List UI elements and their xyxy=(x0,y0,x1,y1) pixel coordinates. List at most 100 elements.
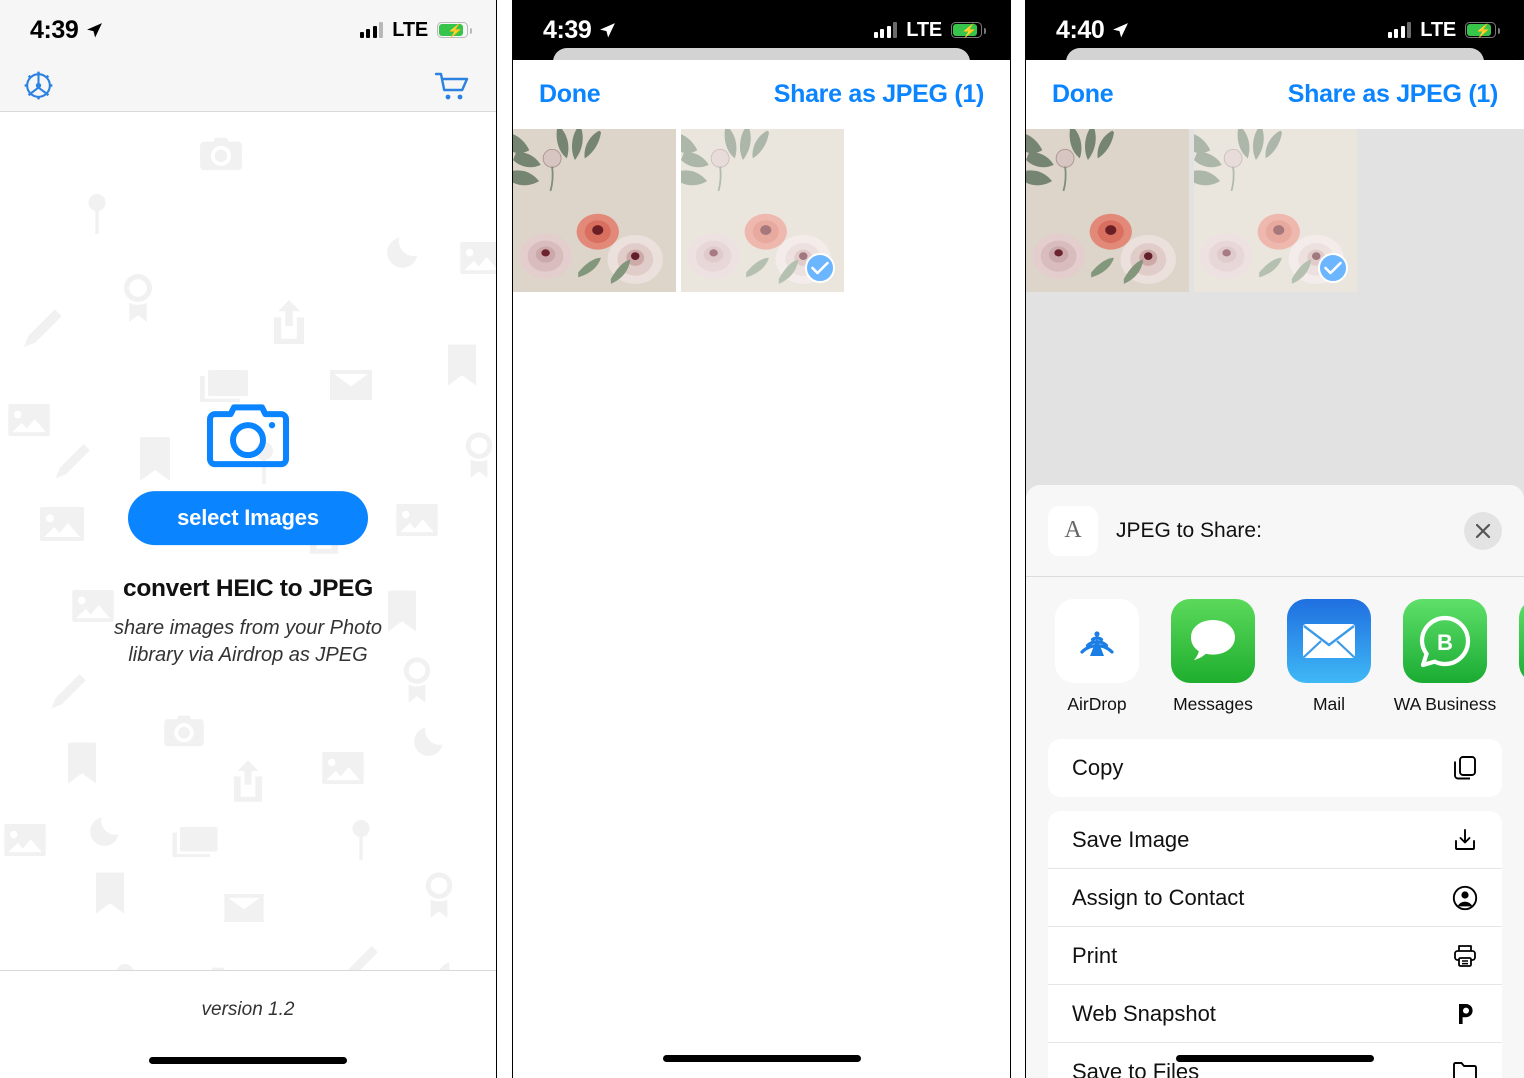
moon-icon xyxy=(385,232,423,275)
share-as-jpeg-button[interactable]: Share as JPEG (1) xyxy=(774,80,985,109)
action-label: Save Image xyxy=(1072,826,1190,852)
svg-text:B: B xyxy=(1437,630,1453,655)
map-pin-icon xyxy=(352,820,370,865)
share-as-jpeg-button[interactable]: Share as JPEG (1) xyxy=(1288,80,1499,109)
photo-icon xyxy=(322,752,364,789)
share-app-label: WA Business xyxy=(1393,694,1497,714)
page-title: convert HEIC to JPEG xyxy=(123,575,373,603)
whatsapp-icon xyxy=(1519,599,1524,683)
share-app-label: AirDrop xyxy=(1067,694,1127,714)
action-web-snapshot[interactable]: Web Snapshot xyxy=(1048,985,1502,1043)
status-bar-left: 4:39 xyxy=(30,16,103,45)
picker-sheet: Done Share as JPEG (1) xyxy=(513,60,1010,1078)
carrier-label: LTE xyxy=(392,18,428,41)
page-subtitle: share images from your Photo library via… xyxy=(114,617,382,667)
camera-icon xyxy=(198,134,244,177)
close-icon xyxy=(1475,523,1491,538)
select-images-button[interactable]: select Images xyxy=(128,491,368,546)
text-cursor-icon: A xyxy=(1048,505,1098,556)
moon-icon xyxy=(412,722,448,763)
camera-icon xyxy=(207,402,289,475)
app-toolbar xyxy=(0,60,496,112)
selected-check-icon xyxy=(1318,253,1348,283)
award-icon xyxy=(120,274,156,327)
picker-nav-bar: Done Share as JPEG (1) xyxy=(513,60,1010,129)
location-arrow-icon xyxy=(600,22,616,38)
share-apps-row: AirDrop Messages Mail B WA Business xyxy=(1026,577,1524,725)
bookmark-icon xyxy=(96,872,124,919)
settings-button[interactable] xyxy=(22,69,55,102)
picker-nav-bar: Done Share as JPEG (1) xyxy=(1026,60,1524,129)
phone-panel-picker: 4:39 LTE ⚡ Done Share as JPEG (1) xyxy=(512,0,1011,1078)
mail-icon xyxy=(224,894,264,927)
cellular-signal-icon xyxy=(1387,22,1412,38)
status-bar-left: 4:40 xyxy=(1056,16,1129,45)
photo-icon xyxy=(460,242,496,279)
photo-thumbnail-grid xyxy=(1026,129,1524,292)
picker-sheet-wrap: Done Share as JPEG (1) xyxy=(513,48,1010,1078)
moon-icon xyxy=(436,957,472,970)
share-app-messages[interactable]: Messages xyxy=(1168,599,1258,715)
status-bar: 4:39 LTE ⚡ xyxy=(0,0,496,60)
photo-thumbnail-grid xyxy=(513,129,1010,292)
action-copy[interactable]: Copy xyxy=(1048,739,1502,797)
home-indicator xyxy=(1176,1055,1374,1062)
airdrop-icon xyxy=(1055,599,1139,683)
mail-icon xyxy=(330,370,372,405)
battery-charging-icon: ⚡ xyxy=(437,22,472,38)
pencil-icon xyxy=(20,307,64,356)
carrier-label: LTE xyxy=(1420,18,1456,41)
done-button[interactable]: Done xyxy=(1052,80,1114,109)
contact-icon xyxy=(1452,885,1478,911)
panel-gap xyxy=(1011,0,1025,1078)
close-button[interactable] xyxy=(1464,511,1502,550)
photo-thumbnail[interactable] xyxy=(1194,129,1357,292)
floral-photo-2 xyxy=(681,129,844,292)
gear-icon xyxy=(24,71,53,100)
done-button[interactable]: Done xyxy=(539,80,601,109)
hero-block: select Images convert HEIC to JPEG share… xyxy=(0,402,496,669)
cart-button[interactable] xyxy=(434,70,470,102)
mail-icon xyxy=(1287,599,1371,683)
bookmark-icon xyxy=(448,344,476,391)
action-save-image[interactable]: Save Image xyxy=(1048,811,1502,869)
status-time: 4:40 xyxy=(1056,15,1105,44)
photo-thumbnail[interactable] xyxy=(681,129,844,292)
action-print[interactable]: Print xyxy=(1048,927,1502,985)
share-icon xyxy=(272,300,306,349)
share-icon xyxy=(232,760,264,807)
floral-photo-1 xyxy=(513,129,676,292)
panel-gap xyxy=(497,0,512,1078)
phone-panel-share-sheet: 4:40 LTE ⚡ Done Share as JPEG (1) A JPEG… xyxy=(1025,0,1524,1078)
copy-icon xyxy=(1452,755,1478,781)
share-app-whatsapp[interactable]: Wh xyxy=(1516,599,1524,715)
share-app-mail[interactable]: Mail xyxy=(1284,599,1374,715)
share-app-airdrop[interactable]: AirDrop xyxy=(1052,599,1142,715)
share-app-wa-business[interactable]: B WA Business xyxy=(1394,599,1496,715)
shopping-cart-icon xyxy=(434,72,469,99)
share-app-label: Mail xyxy=(1312,694,1346,714)
battery-charging-icon: ⚡ xyxy=(951,22,986,38)
battery-charging-icon: ⚡ xyxy=(1465,22,1500,38)
web-snapshot-icon xyxy=(1452,1001,1478,1027)
share-sheet-title: JPEG to Share: xyxy=(1116,518,1262,542)
photos-stack-icon xyxy=(172,827,218,864)
folder-icon xyxy=(1452,1059,1478,1078)
status-time: 4:39 xyxy=(543,15,592,44)
share-sheet-header: A JPEG to Share: xyxy=(1026,485,1524,577)
floral-photo-1 xyxy=(1026,129,1189,292)
pencil-icon xyxy=(48,672,88,717)
location-arrow-icon xyxy=(1113,22,1129,38)
share-app-label: Messages xyxy=(1173,694,1253,714)
floral-photo-2 xyxy=(1194,129,1357,292)
map-pin-icon xyxy=(88,194,106,239)
photo-thumbnail[interactable] xyxy=(513,129,676,292)
action-assign-to-contact[interactable]: Assign to Contact xyxy=(1048,869,1502,927)
action-label: Copy xyxy=(1072,755,1124,780)
picker-sheet: Done Share as JPEG (1) xyxy=(1026,60,1524,1078)
status-bar-right: LTE ⚡ xyxy=(359,18,472,42)
cellular-signal-icon xyxy=(873,22,898,38)
photo-thumbnail[interactable] xyxy=(1026,129,1189,292)
action-group-2: Save Image Assign to Contact Print Web S… xyxy=(1048,811,1502,1078)
picker-sheet-wrap: Done Share as JPEG (1) xyxy=(1026,48,1524,1078)
